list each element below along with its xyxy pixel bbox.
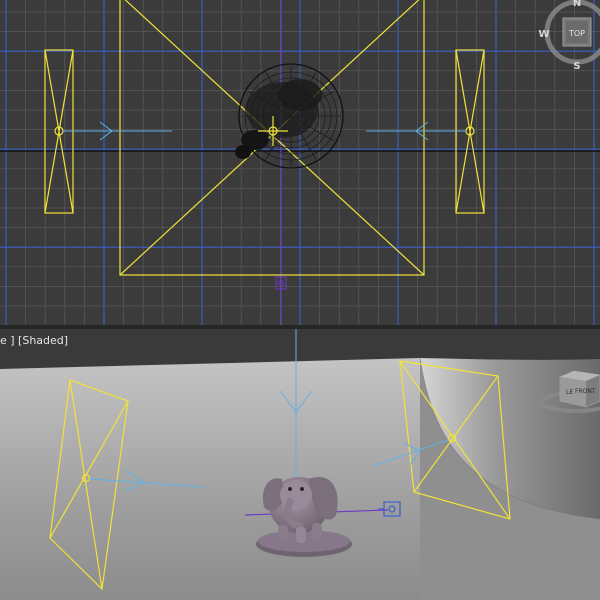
compass-south-label: S bbox=[573, 61, 580, 72]
viewcube-top-face-label: TOP bbox=[568, 29, 585, 38]
compass-west-label: W bbox=[538, 29, 549, 40]
top-grid bbox=[0, 0, 600, 325]
elephant-wireframe-top[interactable] bbox=[235, 63, 344, 169]
right-light-direction-arrow bbox=[366, 121, 466, 141]
top-viewport-canvas[interactable]: N S W TOP bbox=[0, 0, 600, 325]
left-light-direction-arrow bbox=[63, 121, 172, 141]
perspective-viewport[interactable]: LE FRONT e ] [Shaded] bbox=[0, 329, 600, 600]
studio-floor bbox=[0, 358, 420, 600]
viewcube-front-face-label: FRONT bbox=[575, 388, 596, 395]
compass-north-label: N bbox=[573, 0, 581, 9]
viewport-label[interactable]: e ] [Shaded] bbox=[0, 334, 68, 347]
viewcube-left-face-label: LE bbox=[566, 389, 573, 396]
top-viewport[interactable]: N S W TOP bbox=[0, 0, 600, 325]
perspective-viewport-canvas[interactable]: LE FRONT bbox=[0, 329, 600, 600]
